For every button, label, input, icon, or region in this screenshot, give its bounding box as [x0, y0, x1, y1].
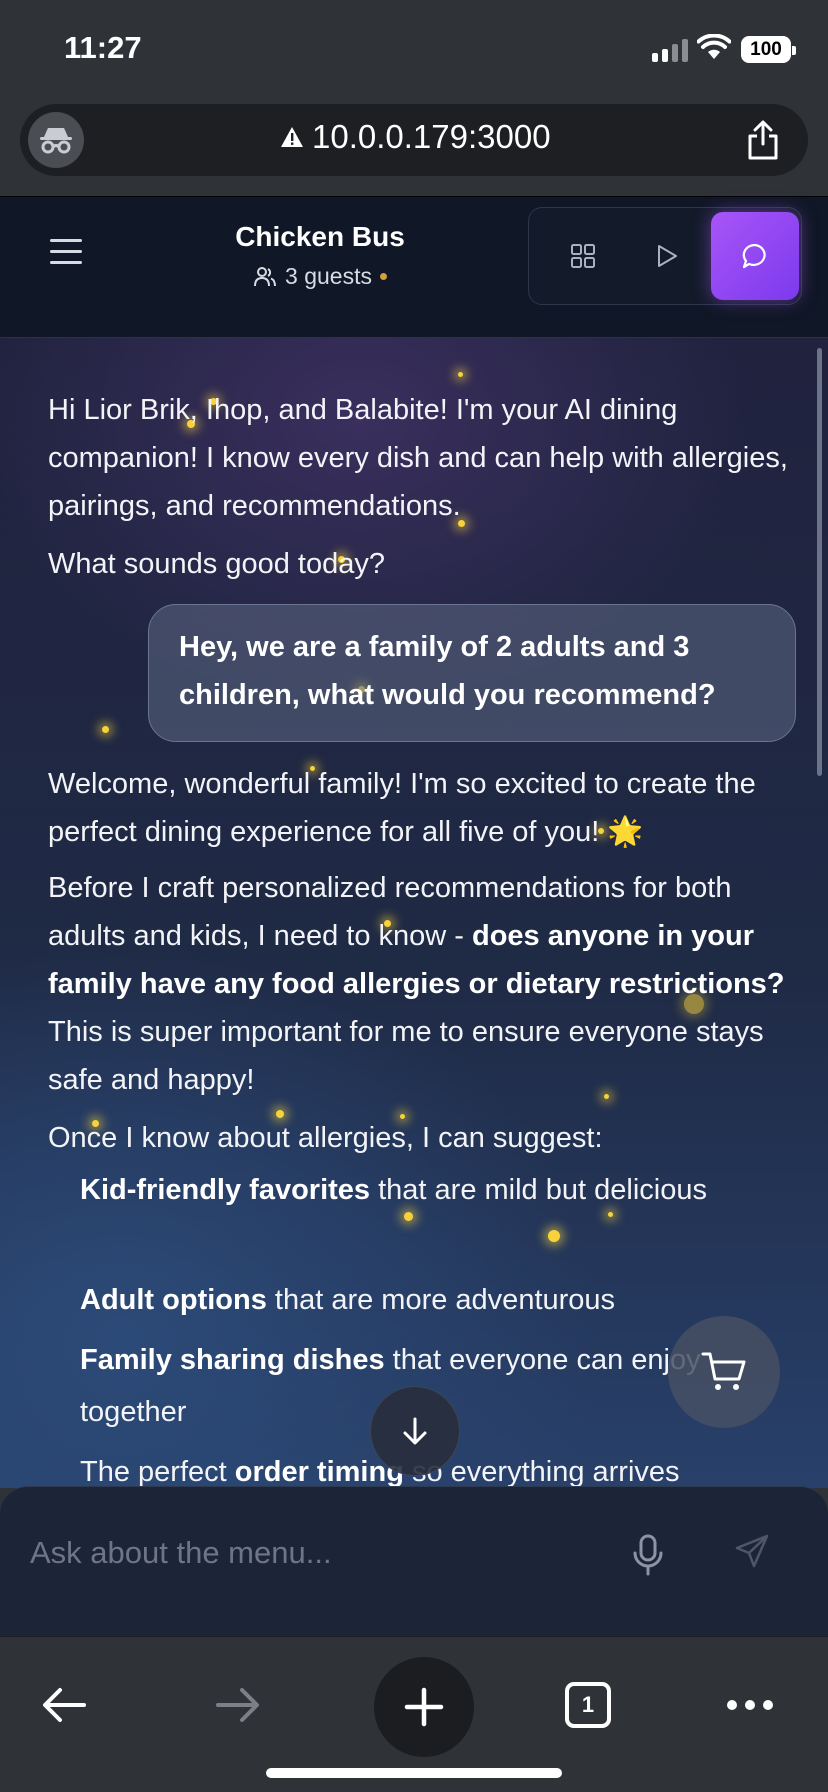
grid-view-button[interactable] — [539, 212, 627, 300]
more-options-button[interactable] — [710, 1665, 790, 1745]
guest-count: 3 guests — [180, 263, 460, 290]
status-time: 11:27 — [64, 30, 142, 65]
assistant-message-question: What sounds good today? — [48, 548, 385, 580]
grid-icon — [571, 244, 595, 268]
url-display[interactable]: 10.0.0.179:3000 — [280, 118, 551, 156]
wifi-icon — [697, 34, 731, 59]
hamburger-menu-icon[interactable] — [50, 239, 86, 279]
chat-bubble-icon — [742, 243, 766, 269]
restaurant-title: Chicken Bus — [235, 221, 405, 252]
assistant-message-intro: Hi Lior Brik, Ihop, and Balabite! I'm yo… — [48, 394, 788, 522]
tabs-button[interactable]: 1 — [548, 1665, 628, 1745]
chat-area[interactable]: Hi Lior Brik, Ihop, and Balabite! I'm yo… — [0, 338, 828, 1488]
users-icon — [254, 266, 277, 286]
message-input[interactable] — [30, 1523, 590, 1583]
user-message-bubble: Hey, we are a family of 2 adults and 3 c… — [148, 604, 796, 742]
home-indicator — [266, 1768, 562, 1778]
back-button[interactable] — [24, 1665, 104, 1745]
assistant-reply-welcome: Welcome, wonderful family! I'm so excite… — [48, 768, 756, 848]
chat-scrollbar[interactable] — [817, 348, 822, 776]
send-icon[interactable] — [734, 1533, 770, 1569]
suggestion-item: Kid-friendly favorites that are mild but… — [80, 1174, 707, 1206]
arrow-down-icon — [403, 1417, 427, 1445]
url-text: 10.0.0.179:3000 — [312, 118, 551, 155]
arrow-right-icon — [216, 1688, 259, 1722]
plus-icon — [404, 1687, 444, 1727]
assistant-reply-once: Once I know about allergies, I can sugge… — [48, 1122, 603, 1154]
new-tab-button[interactable] — [374, 1657, 474, 1757]
tab-count: 1 — [565, 1682, 611, 1728]
share-icon[interactable] — [746, 120, 780, 160]
play-button[interactable] — [623, 212, 711, 300]
shopping-cart-icon — [701, 1352, 746, 1390]
microphone-icon[interactable] — [630, 1533, 666, 1577]
address-bar[interactable]: 10.0.0.179:3000 — [20, 104, 808, 176]
chat-mode-button[interactable] — [711, 212, 799, 300]
app-header: Chicken Bus 3 guests — [0, 196, 828, 338]
mode-switcher — [528, 207, 802, 305]
cart-button[interactable] — [668, 1316, 780, 1428]
assistant-reply-allergies: Before I craft personalized recommendati… — [48, 872, 785, 1096]
cellular-signal-icon — [652, 38, 688, 62]
battery-indicator: 100 — [741, 36, 796, 63]
forward-button[interactable] — [198, 1665, 278, 1745]
warning-icon — [281, 127, 303, 147]
more-dots-icon — [727, 1700, 773, 1710]
arrow-left-icon — [43, 1688, 86, 1722]
status-dot — [379, 273, 387, 280]
status-bar: 11:27 100 — [0, 0, 828, 98]
scroll-to-bottom-button[interactable] — [370, 1386, 460, 1476]
suggestion-item: Adult options that are more adventurous — [80, 1284, 616, 1316]
guest-count-label: 3 guests — [285, 263, 372, 289]
incognito-icon[interactable] — [28, 112, 84, 168]
message-composer — [0, 1486, 828, 1636]
play-icon — [658, 245, 677, 267]
